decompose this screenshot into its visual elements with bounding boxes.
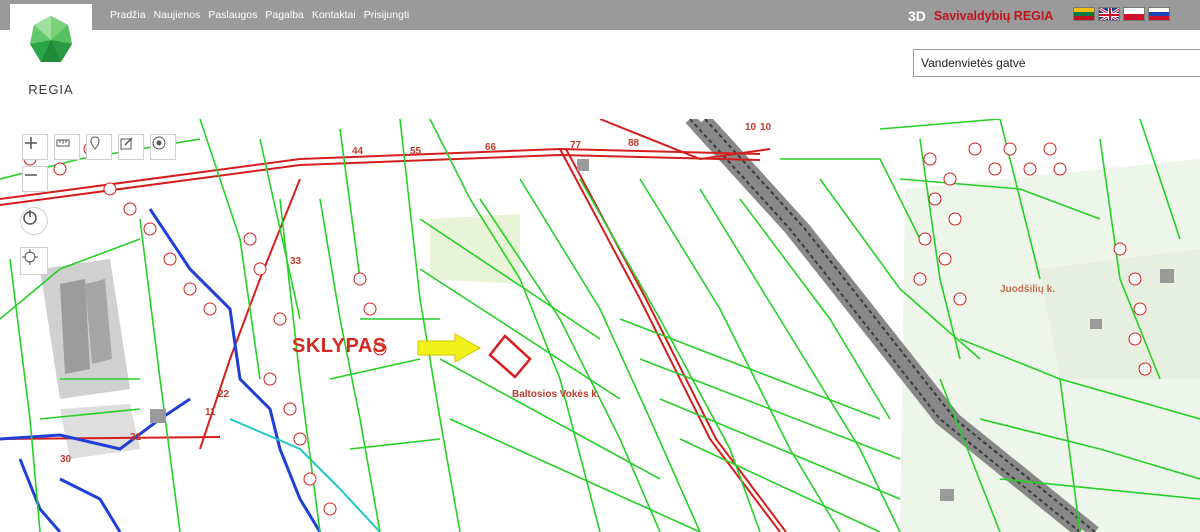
power-button[interactable] — [20, 207, 48, 235]
plot-number: 55 — [410, 146, 422, 157]
nav-kontaktai[interactable]: Kontaktai — [312, 9, 356, 23]
plot-number: 77 — [570, 140, 582, 151]
plot-annotation: SKLYPAS — [292, 335, 387, 357]
locate-button[interactable] — [20, 247, 48, 275]
plot-number: 10 — [760, 122, 772, 133]
address-search-input[interactable] — [913, 49, 1200, 77]
power-icon — [23, 210, 37, 225]
plot-number: 66 — [485, 142, 497, 153]
village-label-juodsiliu: Juodšilių k. — [1000, 284, 1056, 295]
edit-button[interactable] — [118, 134, 144, 160]
plot-number: 30 — [60, 454, 72, 465]
zoom-out-icon — [25, 174, 37, 176]
regia-logo[interactable]: REGIA — [10, 4, 92, 106]
plot-number: 11 — [205, 407, 216, 418]
edit-icon — [120, 137, 133, 150]
plot-number: 44 — [352, 146, 364, 157]
locate-icon — [22, 249, 38, 265]
lithuania-flag-icon[interactable] — [1073, 7, 1095, 21]
map-canvas[interactable]: SKLYPAS Baltosios Vokės k. Juodšilių k. … — [0, 119, 1200, 532]
zoom-in-button[interactable] — [22, 134, 48, 160]
nav-pradzia[interactable]: Pradžia — [110, 9, 146, 23]
regia-logo-icon — [30, 16, 72, 62]
measure-button[interactable] — [54, 134, 80, 160]
brand-3d[interactable]: 3D — [908, 8, 926, 24]
logo-text: REGIA — [28, 82, 74, 97]
map-graphics — [0, 119, 1200, 532]
village-label-baltosios: Baltosios Vokės k. — [512, 389, 600, 400]
brand-name[interactable]: Savivaldybių REGIA — [934, 9, 1053, 23]
ruler-icon — [56, 139, 70, 147]
brand[interactable]: 3D Savivaldybių REGIA — [908, 8, 1053, 24]
language-flags — [1073, 7, 1170, 21]
marker-icon — [90, 136, 100, 150]
plot-number: 22 — [218, 389, 230, 400]
layers-button[interactable] — [150, 134, 176, 160]
layers-icon — [152, 136, 166, 150]
nav-prisijungti[interactable]: Prisijungti — [364, 9, 410, 23]
plot-number: 31 — [130, 432, 142, 443]
zoom-out-button[interactable] — [22, 166, 48, 192]
zoom-in-icon — [25, 137, 37, 149]
uk-flag-icon[interactable] — [1098, 7, 1120, 21]
plot-number: 33 — [290, 256, 302, 267]
marker-button[interactable] — [86, 134, 112, 160]
nav-naujienos[interactable]: Naujienos — [154, 9, 201, 23]
poland-flag-icon[interactable] — [1123, 7, 1145, 21]
nav-pagalba[interactable]: Pagalba — [265, 9, 304, 23]
main-nav: Pradžia Naujienos Paslaugos Pagalba Kont… — [110, 9, 417, 23]
plot-number: 10 — [745, 122, 757, 133]
nav-paslaugos[interactable]: Paslaugos — [208, 9, 257, 23]
russia-flag-icon[interactable] — [1148, 7, 1170, 21]
plot-number: 88 — [628, 138, 640, 149]
